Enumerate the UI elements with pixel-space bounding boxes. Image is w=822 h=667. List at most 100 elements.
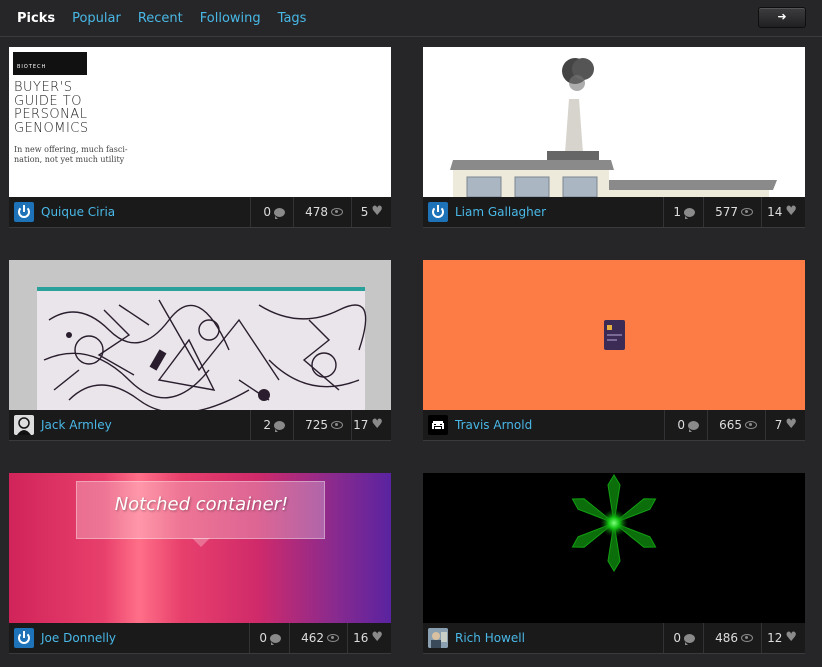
eye-icon	[745, 421, 757, 429]
views-count: 478	[293, 197, 351, 227]
arrow-right-icon: ➜	[777, 10, 787, 23]
top-navigation: Picks Popular Recent Following Tags ➜	[0, 0, 822, 37]
comments-count[interactable]: 0	[664, 410, 707, 440]
author[interactable]: Liam Gallagher	[423, 197, 663, 227]
next-page-button[interactable]: ➜	[758, 7, 806, 28]
comment-bubble-icon	[684, 633, 695, 645]
views-value: 478	[305, 205, 328, 219]
credit-card-illustration	[604, 320, 625, 350]
pen-card[interactable]: Rich Howell 0 486 12 ♥	[423, 473, 805, 654]
tab-popular[interactable]: Popular	[72, 11, 121, 27]
tab-picks[interactable]: Picks	[17, 11, 55, 27]
notched-container-text: Notched container!	[114, 494, 289, 515]
views-count: 577	[703, 197, 761, 227]
likes-count[interactable]: 17 ♥	[351, 410, 391, 440]
pen-thumbnail[interactable]: BIOTECH BUYER'S GUIDE TO PERSONAL GENOMI…	[9, 47, 391, 197]
views-count: 462	[289, 623, 347, 653]
author-name[interactable]: Joe Donnelly	[41, 631, 116, 645]
tab-bar: Picks Popular Recent Following Tags	[17, 11, 323, 27]
pen-thumbnail[interactable]: Notched container!	[9, 473, 391, 623]
comment-bubble-icon	[684, 207, 695, 219]
pen-card[interactable]: Notched container! Joe Donnelly 0 462 16…	[9, 473, 391, 654]
author[interactable]: Jack Armley	[9, 410, 250, 440]
heart-icon: ♥	[371, 630, 383, 645]
likes-count[interactable]: 7 ♥	[765, 410, 805, 440]
factory-illustration	[450, 58, 777, 197]
views-count: 486	[703, 623, 761, 653]
comments-count[interactable]: 1	[663, 197, 703, 227]
heart-icon: ♥	[371, 204, 383, 219]
comments-value: 0	[677, 418, 685, 432]
card-meta-bar: Liam Gallagher 1 577 14 ♥	[423, 197, 805, 228]
article-headline: BUYER'S GUIDE TO PERSONAL GENOMICS	[14, 80, 89, 136]
pen-card[interactable]: Jack Armley 2 725 17 ♥	[9, 260, 391, 441]
comments-count[interactable]: 0	[663, 623, 703, 653]
tab-recent[interactable]: Recent	[138, 11, 183, 27]
power-icon	[428, 202, 448, 222]
author-name[interactable]: Jack Armley	[41, 418, 112, 432]
heart-icon: ♥	[785, 204, 797, 219]
eye-icon	[327, 634, 339, 642]
comments-value: 2	[263, 418, 271, 432]
comment-bubble-icon	[270, 633, 281, 645]
green-starburst-illustration	[571, 474, 657, 572]
likes-value: 14	[767, 205, 783, 219]
pen-thumbnail[interactable]	[423, 47, 805, 197]
card-meta-bar: Quique Ciria 0 478 5 ♥	[9, 197, 391, 228]
likes-count[interactable]: 16 ♥	[347, 623, 391, 653]
comments-value: 0	[263, 205, 271, 219]
eye-icon	[331, 421, 343, 429]
author-name[interactable]: Quique Ciria	[41, 205, 115, 219]
pen-card[interactable]: Travis Arnold 0 665 7 ♥	[423, 260, 805, 441]
pen-thumbnail[interactable]	[423, 260, 805, 410]
comment-bubble-icon	[688, 420, 699, 432]
comments-count[interactable]: 2	[250, 410, 293, 440]
eye-icon	[331, 208, 343, 216]
author[interactable]: Rich Howell	[423, 623, 663, 653]
views-value: 725	[305, 418, 328, 432]
comments-count[interactable]: 0	[249, 623, 289, 653]
card-meta-bar: Travis Arnold 0 665 7 ♥	[423, 410, 805, 441]
likes-value: 16	[353, 631, 369, 645]
likes-count[interactable]: 14 ♥	[761, 197, 805, 227]
pen-thumbnail[interactable]	[423, 473, 805, 623]
author[interactable]: Travis Arnold	[423, 410, 664, 440]
author-name[interactable]: Rich Howell	[455, 631, 525, 645]
likes-count[interactable]: 5 ♥	[351, 197, 391, 227]
author[interactable]: Joe Donnelly	[9, 623, 249, 653]
author-name[interactable]: Travis Arnold	[455, 418, 532, 432]
sketch-portrait-avatar	[14, 415, 34, 435]
views-value: 486	[715, 631, 738, 645]
author-name[interactable]: Liam Gallagher	[455, 205, 546, 219]
eye-icon	[741, 208, 753, 216]
space-invader-avatar	[428, 415, 448, 435]
views-count: 665	[707, 410, 765, 440]
likes-value: 5	[360, 205, 369, 219]
likes-value: 17	[353, 418, 369, 432]
views-count: 725	[293, 410, 351, 440]
views-value: 665	[719, 418, 742, 432]
likes-value: 12	[767, 631, 783, 645]
heart-icon: ♥	[785, 417, 797, 432]
tab-following[interactable]: Following	[200, 11, 261, 27]
tab-tags[interactable]: Tags	[278, 11, 307, 27]
article-dek: In new offering, much fasci- nation, not…	[14, 145, 128, 164]
likes-count[interactable]: 12 ♥	[761, 623, 805, 653]
comments-value: 0	[673, 631, 681, 645]
notched-container: Notched container!	[76, 481, 325, 547]
views-value: 462	[301, 631, 324, 645]
biotech-tag: BIOTECH	[13, 52, 87, 75]
heart-icon: ♥	[785, 630, 797, 645]
likes-value: 7	[774, 418, 783, 432]
comments-value: 0	[259, 631, 267, 645]
author[interactable]: Quique Ciria	[9, 197, 250, 227]
heart-icon: ♥	[371, 417, 383, 432]
power-icon	[14, 202, 34, 222]
comments-value: 1	[673, 205, 681, 219]
comments-count[interactable]: 0	[250, 197, 293, 227]
pen-card[interactable]: Liam Gallagher 1 577 14 ♥	[423, 47, 805, 228]
pen-card[interactable]: BIOTECH BUYER'S GUIDE TO PERSONAL GENOMI…	[9, 47, 391, 228]
card-meta-bar: Jack Armley 2 725 17 ♥	[9, 410, 391, 441]
pen-thumbnail[interactable]	[9, 260, 391, 410]
views-value: 577	[715, 205, 738, 219]
